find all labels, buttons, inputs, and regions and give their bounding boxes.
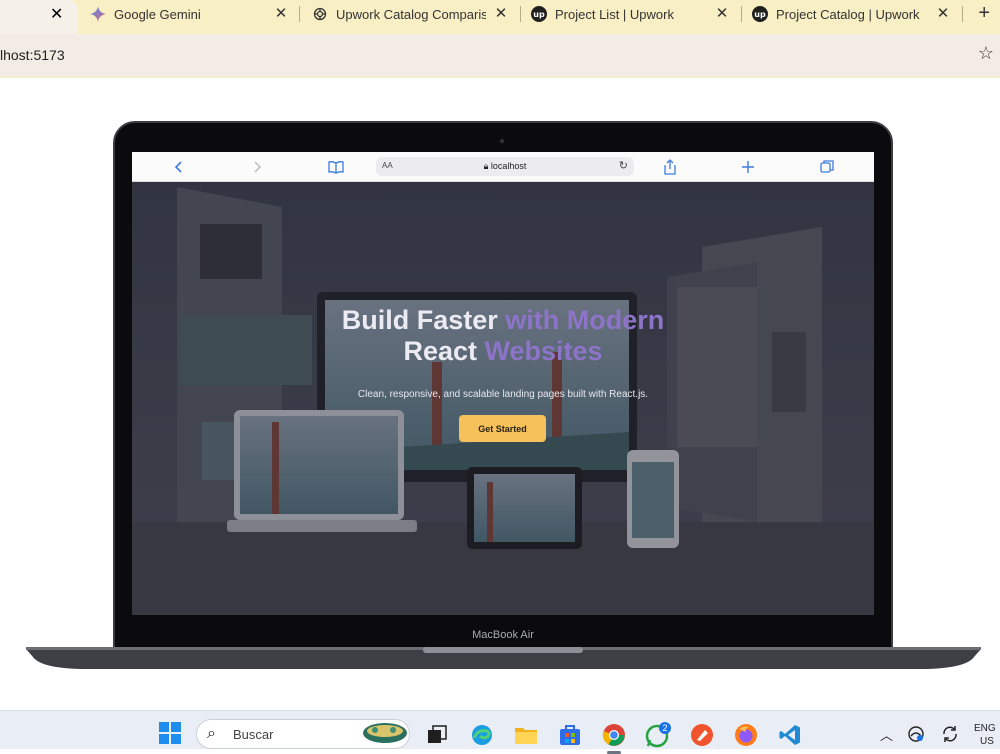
file-explorer-icon[interactable] xyxy=(513,722,539,748)
taskbar-search-box[interactable]: ⌕ Buscar xyxy=(196,719,410,749)
tab-title: Upwork Catalog Comparison xyxy=(336,6,486,22)
hero-title-line-1: Build Faster with Modern xyxy=(341,305,665,335)
hero-section: Build Faster with Modern React Websites … xyxy=(132,182,874,615)
upwork-icon: up xyxy=(752,6,768,22)
close-tab-button[interactable]: ✕ xyxy=(713,5,731,23)
safari-host: 🔒︎ localhost xyxy=(483,161,527,171)
hero-subtitle: Clean, responsive, and scalable landing … xyxy=(357,389,649,400)
firefox-icon[interactable] xyxy=(733,722,759,748)
tab-separator xyxy=(741,6,742,22)
url-field[interactable]: lhost:5173 xyxy=(0,47,65,63)
input-language-indicator[interactable]: ENG US xyxy=(974,722,996,748)
chrome-icon[interactable] xyxy=(601,722,627,754)
upwork-icon: up xyxy=(531,6,547,22)
sync-icon[interactable] xyxy=(940,724,960,744)
tab-separator xyxy=(962,6,963,22)
show-hidden-icons-chevron-icon[interactable]: ︿ xyxy=(880,725,893,744)
draw-app-icon[interactable] xyxy=(689,722,715,748)
new-tab-plus-icon[interactable] xyxy=(739,158,757,176)
openai-icon xyxy=(312,6,328,22)
edge-browser-icon[interactable] xyxy=(469,722,495,748)
vscode-icon[interactable] xyxy=(777,722,803,748)
windows-start-icon[interactable] xyxy=(159,722,181,744)
page-content: AA 🔒︎ localhost ↻ Build Faster with Mode… xyxy=(0,78,1000,710)
new-tab-button[interactable]: + xyxy=(978,2,990,25)
safari-url-bar[interactable]: AA 🔒︎ localhost ↻ xyxy=(376,157,634,176)
tab-google-gemini[interactable]: Google Gemini ✕ xyxy=(90,0,290,28)
tab-upwork-catalog-comparison[interactable]: Upwork Catalog Comparison ✕ xyxy=(312,0,510,28)
tab-separator xyxy=(299,6,300,22)
bookmark-star-icon[interactable]: ☆ xyxy=(978,43,994,64)
laptop-model-label: MacBook Air xyxy=(472,629,534,641)
active-tab[interactable]: ✕ xyxy=(0,0,78,34)
laptop-screen: AA 🔒︎ localhost ↻ Build Faster with Mode… xyxy=(132,152,874,615)
browser-tab-bar: ✕ Google Gemini ✕ Upwork Catalog Compari… xyxy=(0,0,1000,34)
network-icon[interactable] xyxy=(906,724,926,744)
svg-text:2: 2 xyxy=(662,723,667,733)
tabs-overview-icon[interactable] xyxy=(818,158,836,176)
bookmarks-book-icon[interactable] xyxy=(327,158,345,176)
gemini-icon xyxy=(90,6,106,22)
back-icon[interactable] xyxy=(170,158,188,176)
get-started-button[interactable]: Get Started xyxy=(459,415,546,442)
close-tab-button[interactable]: ✕ xyxy=(492,5,510,23)
search-placeholder: Buscar xyxy=(233,727,274,742)
close-tab-button[interactable]: ✕ xyxy=(934,5,952,23)
tab-title: Project Catalog | Upwork xyxy=(776,6,920,22)
tab-separator xyxy=(520,6,521,22)
tab-title: Project List | Upwork xyxy=(555,6,674,22)
tab-project-list-upwork[interactable]: up Project List | Upwork ✕ xyxy=(531,0,731,28)
hero-title: Build Faster with Modern React Websites xyxy=(132,305,874,367)
close-tab-button[interactable]: ✕ xyxy=(50,4,63,24)
reload-icon[interactable]: ↻ xyxy=(619,159,628,172)
search-icon: ⌕ xyxy=(207,725,216,742)
microsoft-store-icon[interactable] xyxy=(557,722,583,748)
share-icon[interactable] xyxy=(661,158,679,176)
lock-icon: 🔒︎ xyxy=(483,161,491,171)
address-bar: lhost:5173 ☆ xyxy=(0,34,1000,76)
whatsapp-icon[interactable]: 2 xyxy=(645,722,671,748)
forward-icon[interactable] xyxy=(248,158,266,176)
safari-toolbar: AA 🔒︎ localhost ↻ xyxy=(132,152,874,182)
camera-dot xyxy=(500,139,504,143)
windows-taskbar: ⌕ Buscar 2 ︿ ENG US xyxy=(0,710,1000,754)
search-highlight-icon xyxy=(363,723,407,743)
tab-project-catalog-upwork[interactable]: up Project Catalog | Upwork ✕ xyxy=(752,0,952,28)
close-tab-button[interactable]: ✕ xyxy=(272,5,290,23)
hero-title-line-2: React Websites xyxy=(403,336,603,366)
task-view-icon[interactable] xyxy=(424,722,450,748)
tab-title: Google Gemini xyxy=(114,6,201,22)
laptop-base xyxy=(26,647,981,669)
